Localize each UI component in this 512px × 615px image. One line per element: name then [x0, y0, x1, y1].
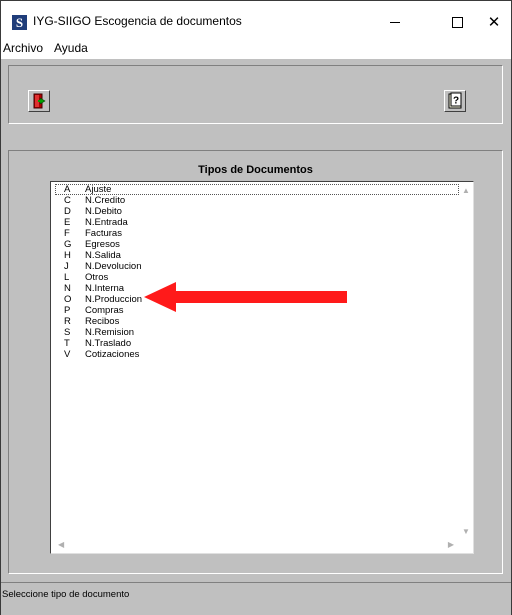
list-item[interactable]: E N.Entrada — [55, 217, 459, 228]
help-button[interactable]: ? — [444, 90, 466, 112]
close-button[interactable]: ✕ — [471, 7, 512, 37]
annotation-arrow-icon — [144, 282, 347, 312]
document-name: N.Traslado — [85, 338, 132, 349]
menu-ayuda[interactable]: Ayuda — [54, 41, 88, 55]
document-code: S — [64, 327, 71, 338]
list-item[interactable]: A Ajuste — [55, 184, 459, 195]
document-name: N.Remision — [85, 327, 135, 338]
document-name: N.Interna — [85, 283, 125, 294]
horizontal-scrollbar[interactable]: ◀ ▶ — [51, 538, 459, 553]
document-code: T — [64, 338, 70, 349]
list-item[interactable]: R Recibos — [55, 316, 459, 327]
toolbar: ? — [8, 65, 503, 124]
list-item[interactable]: C N.Credito — [55, 195, 459, 206]
menu-archivo[interactable]: Archivo — [3, 41, 43, 55]
document-name: N.Produccion — [85, 294, 143, 305]
list-item[interactable]: H N.Salida — [55, 250, 459, 261]
document-name: N.Debito — [85, 206, 122, 217]
application-window: S IYG-SIIGO Escogencia de documentos ✕ A… — [0, 0, 512, 615]
exit-door-icon — [33, 93, 46, 109]
document-code: F — [64, 228, 70, 239]
document-name: N.Devolucion — [85, 261, 142, 272]
list-item[interactable]: J N.Devolucion — [55, 261, 459, 272]
document-code: C — [64, 195, 71, 206]
list-items: A Ajuste C N.Credito D N.Debito E N.Entrada F Fac… — [55, 184, 459, 360]
scroll-down-icon[interactable]: ▼ — [462, 528, 470, 536]
list-item[interactable]: D N.Debito — [55, 206, 459, 217]
svg-text:?: ? — [453, 96, 459, 107]
status-text: Seleccione tipo de documento — [2, 589, 130, 600]
document-code: D — [64, 206, 71, 217]
client-area: ? Tipos de Documentos A Ajuste C N.Credito D… — [1, 59, 511, 614]
vertical-scrollbar[interactable]: ▲ ▼ — [459, 182, 473, 538]
document-types-panel: Tipos de Documentos A Ajuste C N.Credito D N.… — [8, 150, 503, 574]
document-code: G — [64, 239, 72, 250]
document-name: Facturas — [85, 228, 122, 239]
list-item[interactable]: S N.Remision — [55, 327, 459, 338]
list-item[interactable]: T N.Traslado — [55, 338, 459, 349]
app-logo-icon: S — [12, 15, 27, 30]
status-bar: Seleccione tipo de documento — [1, 582, 511, 615]
menu-bar: Archivo Ayuda — [1, 37, 511, 59]
document-code: O — [64, 294, 72, 305]
exit-button[interactable] — [28, 90, 50, 112]
help-question-icon: ? — [448, 92, 462, 109]
title-bar: S IYG-SIIGO Escogencia de documentos ✕ — [1, 1, 511, 41]
scroll-left-icon[interactable]: ◀ — [58, 541, 64, 549]
document-name: Cotizaciones — [85, 349, 140, 360]
document-name: N.Entrada — [85, 217, 128, 228]
document-code: N — [64, 283, 71, 294]
document-name: Ajuste — [85, 184, 112, 195]
document-code: J — [64, 261, 69, 272]
document-name: Compras — [85, 305, 124, 316]
document-name: Otros — [85, 272, 109, 283]
list-item[interactable]: V Cotizaciones — [55, 349, 459, 360]
list-item[interactable]: G Egresos — [55, 239, 459, 250]
document-code: E — [64, 217, 71, 228]
document-code: P — [64, 305, 71, 316]
close-icon: ✕ — [487, 13, 501, 31]
document-code: H — [64, 250, 71, 261]
minimize-button[interactable] — [372, 7, 418, 37]
document-name: N.Credito — [85, 195, 126, 206]
document-name: Recibos — [85, 316, 120, 327]
list-item[interactable]: F Facturas — [55, 228, 459, 239]
document-name: N.Salida — [85, 250, 121, 261]
document-code: A — [64, 184, 71, 195]
maximize-icon — [451, 16, 463, 28]
document-code: R — [64, 316, 71, 327]
window-title: IYG-SIIGO Escogencia de documentos — [33, 14, 242, 28]
minimize-icon — [390, 21, 400, 23]
scroll-right-icon[interactable]: ▶ — [448, 541, 454, 549]
document-code: V — [64, 349, 71, 360]
document-name: Egresos — [85, 239, 120, 250]
document-types-listbox[interactable]: A Ajuste C N.Credito D N.Debito E N.Entrada F Fac… — [50, 181, 474, 554]
document-code: L — [64, 272, 70, 283]
panel-title: Tipos de Documentos — [198, 164, 313, 176]
scroll-up-icon[interactable]: ▲ — [462, 187, 470, 195]
